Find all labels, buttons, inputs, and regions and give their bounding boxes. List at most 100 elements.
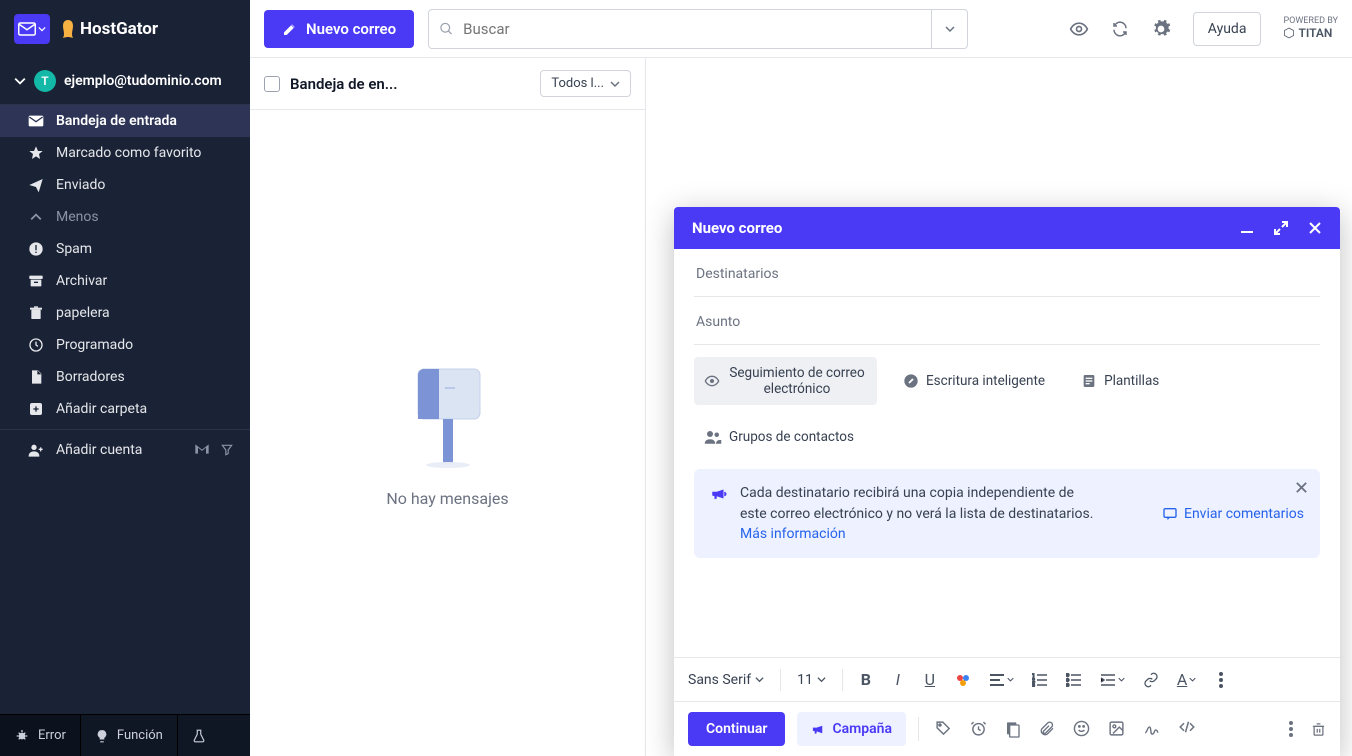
app-logo-badge[interactable]: [14, 14, 50, 44]
edit-icon: [282, 21, 298, 37]
plus-square-icon: [28, 401, 44, 417]
bottom-flask-button[interactable]: [178, 715, 220, 756]
attachment-icon[interactable]: [1039, 720, 1055, 738]
more-icon[interactable]: [1289, 721, 1293, 738]
sidebar-item-sent[interactable]: Enviado: [0, 169, 250, 201]
image-icon[interactable]: [1108, 720, 1125, 738]
expand-icon[interactable]: [1274, 221, 1288, 235]
sidebar-item-label: Enviado: [56, 177, 105, 193]
folder-nav: Bandeja de entrada Marcado como favorito…: [0, 105, 250, 425]
bullet-list-button[interactable]: [1062, 669, 1086, 691]
ordered-list-button[interactable]: 123: [1028, 669, 1052, 691]
brand-name: HostGator: [80, 19, 158, 39]
draft-icon: [28, 369, 44, 385]
sidebar-item-scheduled[interactable]: Programado: [0, 329, 250, 361]
compose-button[interactable]: Nuevo correo: [264, 10, 414, 48]
account-email: ejemplo@tudominio.com: [64, 73, 222, 89]
more-format-button[interactable]: [1210, 668, 1232, 692]
recipients-field[interactable]: Destinatarios: [694, 249, 1320, 297]
sidebar-item-less[interactable]: Menos: [0, 201, 250, 233]
mailbox-illustration: [403, 359, 493, 469]
chip-templates[interactable]: Plantillas: [1071, 365, 1169, 397]
sidebar-item-inbox[interactable]: Bandeja de entrada: [0, 105, 250, 137]
compose-header[interactable]: Nuevo correo: [674, 207, 1340, 249]
signature-icon[interactable]: [1143, 720, 1160, 738]
sidebar-item-spam[interactable]: Spam: [0, 233, 250, 265]
font-color-button[interactable]: A: [1173, 666, 1200, 693]
search-input[interactable]: [429, 10, 931, 48]
send-feedback-link[interactable]: Enviar comentarios: [1162, 506, 1304, 522]
bug-icon: [14, 728, 30, 744]
close-icon[interactable]: [1308, 221, 1322, 235]
bottom-feature-button[interactable]: Función: [81, 715, 178, 756]
underline-button[interactable]: U: [919, 666, 941, 693]
italic-button[interactable]: I: [887, 666, 909, 693]
chevron-down-icon: [945, 24, 955, 34]
person-plus-icon: [28, 442, 44, 458]
select-all-checkbox[interactable]: [264, 76, 280, 92]
bold-button[interactable]: B: [855, 666, 877, 693]
chevron-down-icon: [817, 675, 826, 684]
add-account-button[interactable]: Añadir cuenta: [0, 430, 250, 470]
chevron-down-icon: [755, 675, 764, 684]
empty-text: No hay mensajes: [386, 489, 508, 508]
alarm-icon[interactable]: [970, 720, 987, 738]
sidebar-item-drafts[interactable]: Borradores: [0, 361, 250, 393]
font-family-select[interactable]: Sans Serif: [684, 670, 768, 690]
compose-editor[interactable]: [694, 558, 1320, 657]
tag-icon[interactable]: [935, 720, 952, 738]
eye-icon: [704, 373, 720, 389]
campaign-button[interactable]: Campaña: [797, 712, 906, 746]
sidebar-item-label: Bandeja de entrada: [56, 113, 177, 129]
chip-smart-write[interactable]: Escritura inteligente: [893, 365, 1055, 397]
megaphone-icon: [710, 485, 728, 544]
sidebar-item-archive[interactable]: Archivar: [0, 265, 250, 297]
empty-state: No hay mensajes: [250, 110, 645, 756]
alert-icon: [28, 241, 44, 257]
sidebar-item-label: Menos: [56, 209, 99, 225]
sidebar-item-add-folder[interactable]: Añadir carpeta: [0, 393, 250, 425]
list-title: Bandeja de en...: [290, 75, 530, 93]
align-button[interactable]: [985, 669, 1018, 691]
subject-field[interactable]: Asunto: [694, 297, 1320, 345]
chevron-up-icon: [28, 211, 44, 223]
eye-icon[interactable]: [1069, 19, 1089, 39]
powered-by: POWERED BY TITAN: [1283, 17, 1338, 41]
close-icon[interactable]: [1295, 481, 1308, 494]
indent-button[interactable]: [1096, 669, 1129, 691]
format-toolbar: Sans Serif 11 B I U 123 A: [674, 657, 1340, 701]
text-color-button[interactable]: [951, 668, 975, 692]
emoji-icon[interactable]: [1073, 720, 1090, 738]
compose-button-label: Nuevo correo: [306, 20, 396, 38]
compose-footer: Continuar Campaña: [674, 701, 1340, 756]
template-icon[interactable]: [1005, 720, 1021, 738]
archive-icon: [28, 273, 44, 289]
filter-icon[interactable]: [220, 443, 234, 457]
continue-button[interactable]: Continuar: [688, 712, 785, 746]
list-filter-dropdown[interactable]: Todos l...: [540, 70, 631, 97]
delete-draft-icon[interactable]: [1311, 721, 1326, 738]
help-button[interactable]: Ayuda: [1193, 12, 1262, 46]
more-info-link[interactable]: Más información: [740, 526, 846, 542]
chip-email-tracking[interactable]: Seguimiento de correo electrónico: [694, 357, 877, 405]
gmail-m-icon[interactable]: [194, 443, 210, 457]
sidebar-item-trash[interactable]: papelera: [0, 297, 250, 329]
minimize-icon[interactable]: [1240, 221, 1254, 235]
sidebar-item-label: Programado: [56, 337, 133, 353]
gear-icon[interactable]: [1151, 19, 1171, 39]
svg-text:3: 3: [1032, 683, 1035, 687]
code-icon[interactable]: [1178, 720, 1196, 738]
account-selector[interactable]: T ejemplo@tudominio.com: [0, 58, 250, 105]
chip-contact-groups[interactable]: Grupos de contactos: [694, 421, 864, 453]
top-bar: HostGator Nuevo correo Ayuda POWERED BY: [0, 0, 1352, 58]
compose-title: Nuevo correo: [692, 219, 782, 237]
chevron-down-icon: [38, 25, 46, 33]
sidebar-item-label: papelera: [56, 305, 110, 321]
people-icon: [704, 429, 722, 445]
search-dropdown-toggle[interactable]: [931, 10, 967, 48]
bottom-error-button[interactable]: Error: [0, 715, 81, 756]
link-button[interactable]: [1139, 668, 1163, 692]
sidebar-item-starred[interactable]: Marcado como favorito: [0, 137, 250, 169]
refresh-icon[interactable]: [1111, 20, 1129, 38]
font-size-select[interactable]: 11: [793, 670, 830, 690]
